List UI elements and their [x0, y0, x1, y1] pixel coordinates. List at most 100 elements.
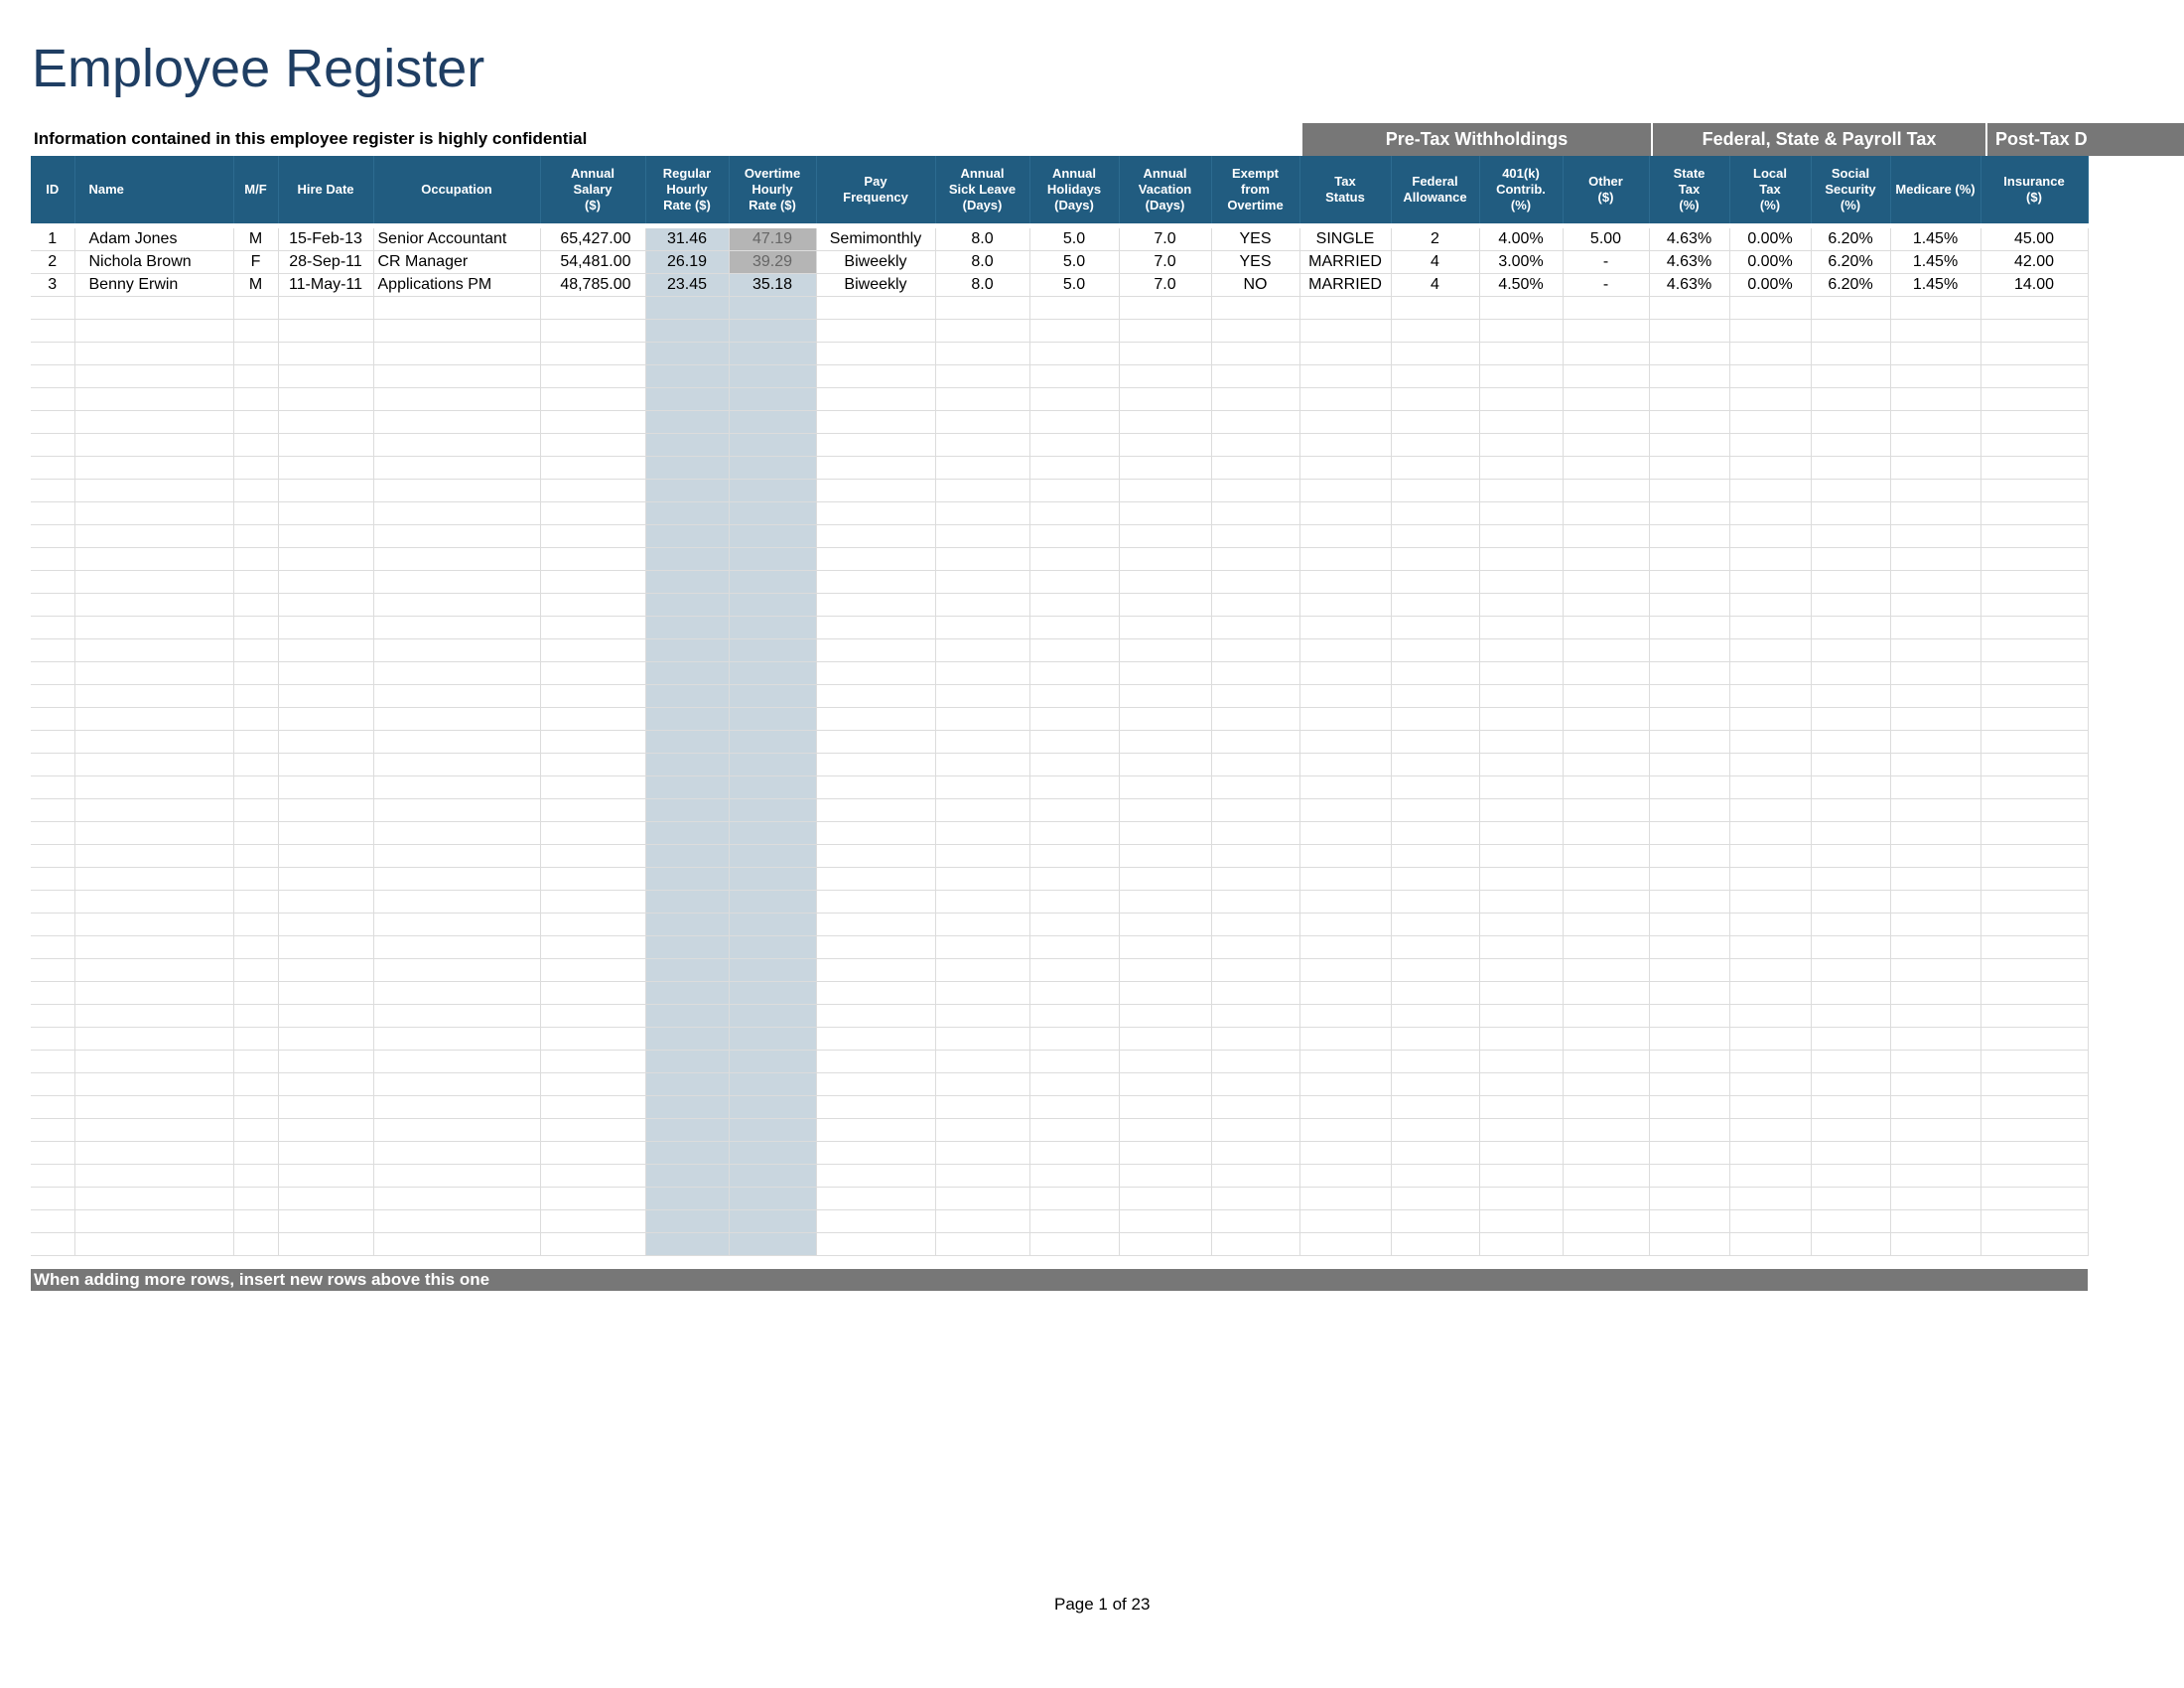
- table-cell[interactable]: [935, 1141, 1030, 1165]
- table-cell[interactable]: [645, 1164, 730, 1188]
- table-cell[interactable]: [816, 1209, 936, 1233]
- table-cell[interactable]: [31, 1232, 75, 1256]
- table-cell[interactable]: [1211, 410, 1300, 434]
- table-cell[interactable]: [1980, 296, 2089, 320]
- table-cell[interactable]: [373, 1187, 541, 1210]
- table-cell[interactable]: [1211, 981, 1300, 1005]
- table-cell[interactable]: [31, 364, 75, 388]
- table-cell[interactable]: [373, 342, 541, 365]
- table-cell[interactable]: [540, 593, 646, 617]
- table-cell[interactable]: [373, 707, 541, 731]
- table-cell[interactable]: [1479, 433, 1564, 457]
- table-cell[interactable]: [31, 1072, 75, 1096]
- table-cell[interactable]: [1299, 1095, 1392, 1119]
- table-cell[interactable]: [729, 798, 817, 822]
- table-cell[interactable]: [31, 935, 75, 959]
- table-cell[interactable]: [1119, 319, 1212, 343]
- table-cell[interactable]: [1391, 319, 1480, 343]
- table-cell[interactable]: [373, 958, 541, 982]
- table-cell[interactable]: [1391, 387, 1480, 411]
- table-cell[interactable]: [540, 684, 646, 708]
- table-cell[interactable]: [816, 821, 936, 845]
- table-cell[interactable]: [31, 981, 75, 1005]
- table-cell[interactable]: [373, 638, 541, 662]
- table-cell[interactable]: 2: [1391, 228, 1480, 251]
- table-cell[interactable]: [1729, 524, 1812, 548]
- table-cell[interactable]: [1811, 1004, 1891, 1028]
- table-cell[interactable]: [1811, 890, 1891, 914]
- table-cell[interactable]: 1.45%: [1890, 250, 1981, 274]
- table-cell[interactable]: [816, 730, 936, 754]
- table-cell[interactable]: 8.0: [935, 228, 1030, 251]
- table-cell[interactable]: [816, 684, 936, 708]
- table-cell[interactable]: Benny Erwin: [74, 273, 234, 297]
- table-cell[interactable]: [1563, 753, 1650, 776]
- table-cell[interactable]: [729, 935, 817, 959]
- table-cell[interactable]: [1479, 456, 1564, 480]
- table-cell[interactable]: [729, 867, 817, 891]
- table-cell[interactable]: [1563, 913, 1650, 936]
- table-cell[interactable]: [1211, 319, 1300, 343]
- table-cell[interactable]: [233, 1118, 279, 1142]
- table-cell[interactable]: [935, 501, 1030, 525]
- table-cell[interactable]: MARRIED: [1299, 273, 1392, 297]
- table-cell[interactable]: [1890, 433, 1981, 457]
- table-cell[interactable]: [1980, 958, 2089, 982]
- table-cell[interactable]: [1479, 661, 1564, 685]
- table-cell[interactable]: [1299, 775, 1392, 799]
- table-cell[interactable]: M: [233, 228, 279, 251]
- table-cell[interactable]: [1029, 798, 1120, 822]
- table-cell[interactable]: [233, 935, 279, 959]
- table-cell[interactable]: [1299, 1141, 1392, 1165]
- table-cell[interactable]: [816, 1118, 936, 1142]
- table-cell[interactable]: [1391, 593, 1480, 617]
- table-cell[interactable]: [278, 319, 374, 343]
- table-cell[interactable]: [1479, 410, 1564, 434]
- table-cell[interactable]: [233, 456, 279, 480]
- table-cell[interactable]: [729, 364, 817, 388]
- table-cell[interactable]: [233, 775, 279, 799]
- table-cell[interactable]: [1729, 1118, 1812, 1142]
- table-cell[interactable]: [1119, 387, 1212, 411]
- table-cell[interactable]: [1980, 730, 2089, 754]
- table-cell[interactable]: [729, 433, 817, 457]
- table-cell[interactable]: [233, 890, 279, 914]
- table-cell[interactable]: [233, 593, 279, 617]
- table-cell[interactable]: [278, 707, 374, 731]
- table-cell[interactable]: 4: [1391, 273, 1480, 297]
- table-cell[interactable]: [1299, 319, 1392, 343]
- table-cell[interactable]: [1029, 730, 1120, 754]
- table-cell[interactable]: [1563, 1187, 1650, 1210]
- table-cell[interactable]: [1479, 958, 1564, 982]
- table-cell[interactable]: [373, 867, 541, 891]
- table-cell[interactable]: [1729, 1027, 1812, 1051]
- table-cell[interactable]: 3: [31, 273, 75, 297]
- table-cell[interactable]: [1479, 935, 1564, 959]
- table-cell[interactable]: [540, 661, 646, 685]
- table-cell[interactable]: [1479, 821, 1564, 845]
- table-cell[interactable]: [1980, 1118, 2089, 1142]
- table-cell[interactable]: [540, 342, 646, 365]
- table-cell[interactable]: [1649, 890, 1730, 914]
- table-cell[interactable]: [373, 433, 541, 457]
- table-cell[interactable]: [540, 1187, 646, 1210]
- table-cell[interactable]: [1890, 456, 1981, 480]
- table-cell[interactable]: [1729, 867, 1812, 891]
- table-cell[interactable]: [1391, 1118, 1480, 1142]
- table-cell[interactable]: [935, 570, 1030, 594]
- table-cell[interactable]: [1729, 775, 1812, 799]
- table-cell[interactable]: [1980, 342, 2089, 365]
- table-cell[interactable]: [1119, 1027, 1212, 1051]
- table-cell[interactable]: [540, 1118, 646, 1142]
- table-cell[interactable]: [1729, 364, 1812, 388]
- table-cell[interactable]: [373, 935, 541, 959]
- table-cell[interactable]: [1119, 501, 1212, 525]
- table-cell[interactable]: [729, 821, 817, 845]
- table-cell[interactable]: [645, 913, 730, 936]
- table-cell[interactable]: [935, 593, 1030, 617]
- table-cell[interactable]: [1299, 410, 1392, 434]
- table-cell[interactable]: [1119, 296, 1212, 320]
- table-cell[interactable]: [935, 1072, 1030, 1096]
- table-cell[interactable]: [1980, 638, 2089, 662]
- table-cell[interactable]: [935, 958, 1030, 982]
